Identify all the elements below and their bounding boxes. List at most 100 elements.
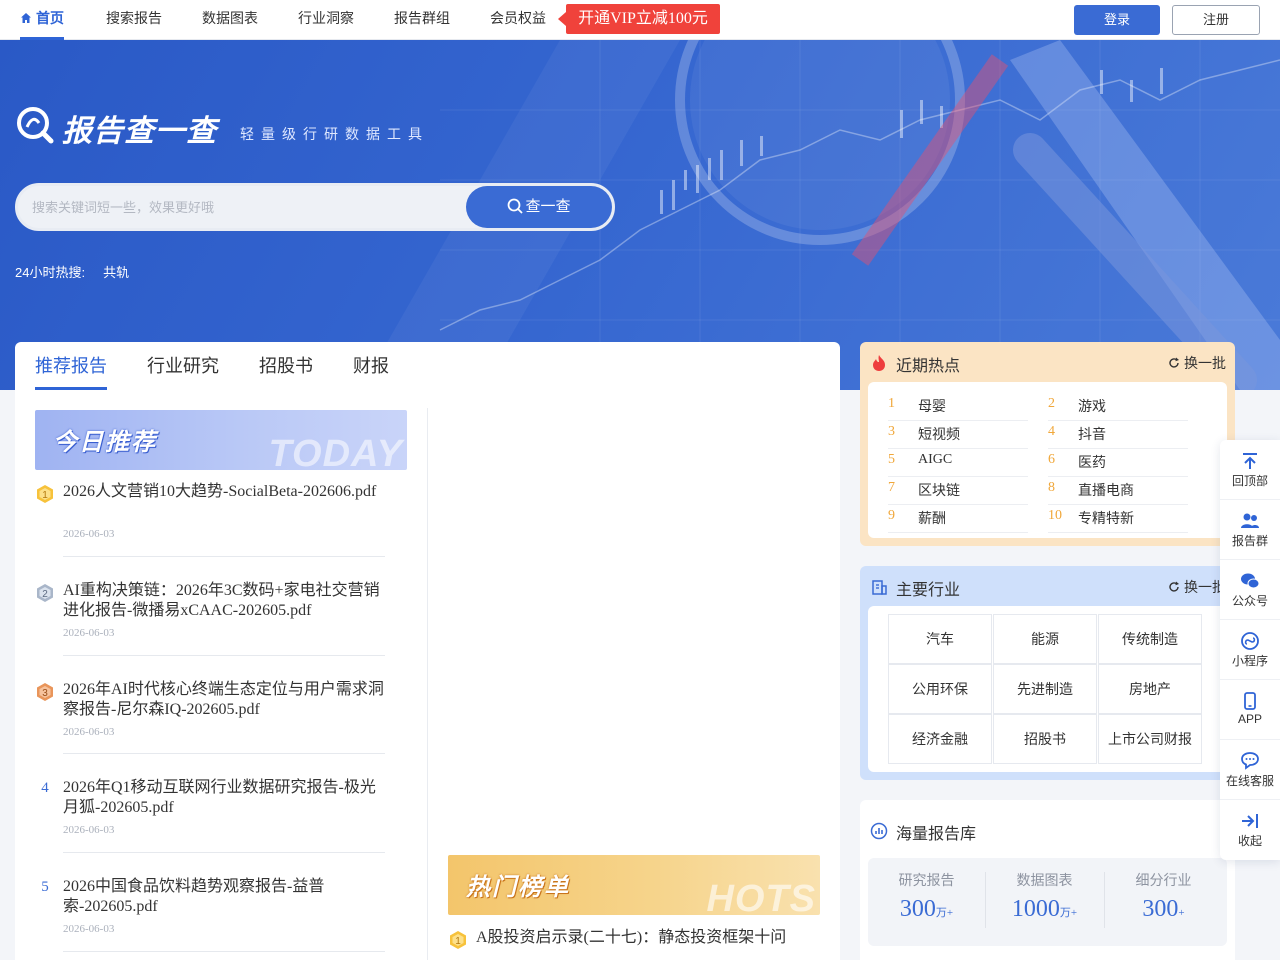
stat-value: 300 <box>899 896 936 922</box>
nav-member-benefits[interactable]: 会员权益 <box>490 0 546 40</box>
hot-topic-rank: 2 <box>1048 396 1055 411</box>
silver-medal-icon: 2 <box>37 584 53 602</box>
search-button-label: 查一查 <box>525 198 571 215</box>
mini-program-icon <box>1241 632 1259 650</box>
report-date: 2026-06-03 <box>63 923 115 935</box>
industries-refresh[interactable]: 换一批 <box>1168 577 1226 597</box>
industry-item[interactable]: 先进制造 <box>993 664 1097 714</box>
report-divider <box>63 753 385 754</box>
tab-recommended[interactable]: 推荐报告 <box>35 352 107 390</box>
hot-topic-item[interactable]: 4 抖音 <box>1048 422 1188 449</box>
online-service-button[interactable]: 在线客服 <box>1220 740 1280 800</box>
refresh-label: 换一批 <box>1184 355 1226 371</box>
hot-topic-item[interactable]: 1 母婴 <box>888 394 1028 421</box>
library-title: 海量报告库 <box>896 826 977 843</box>
report-divider <box>63 556 385 557</box>
arrow-up-icon <box>1243 453 1257 469</box>
hot-list-title: A股投资启示录(二十七)：静态投资框架十问 <box>476 929 787 946</box>
industry-item[interactable]: 能源 <box>993 614 1097 664</box>
search-icon <box>508 198 524 214</box>
stat-label: 数据图表 <box>1016 872 1073 888</box>
hot-topic-item[interactable]: 10 专精特新 <box>1048 506 1188 533</box>
stat-unit: + <box>1178 907 1185 919</box>
search-input[interactable] <box>32 186 462 228</box>
hot-topic-item[interactable]: 9 薪酬 <box>888 506 1028 533</box>
industry-item[interactable]: 招股书 <box>993 714 1097 764</box>
report-rank: 4 <box>41 780 49 796</box>
register-button[interactable]: 注册 <box>1172 5 1260 35</box>
industry-item[interactable]: 房地产 <box>1098 664 1202 714</box>
chart-circle-icon <box>870 822 888 840</box>
report-divider <box>63 951 385 952</box>
hot-topic-item[interactable]: 5 AIGC <box>888 450 1028 477</box>
industry-item[interactable]: 上市公司财报 <box>1098 714 1202 764</box>
hots-banner-en: HOTS <box>706 878 816 915</box>
recent-hot-title: 近期热点 <box>896 358 961 375</box>
search-button[interactable]: 查一查 <box>466 186 612 228</box>
mini-program-button[interactable]: 小程序 <box>1220 620 1280 680</box>
nav-data-charts[interactable]: 数据图表 <box>202 0 258 40</box>
hot-topic-item[interactable]: 8 直播电商 <box>1048 478 1188 505</box>
nav-home[interactable]: 首页 <box>20 0 64 40</box>
tab-financial-report[interactable]: 财报 <box>353 352 389 390</box>
industry-item[interactable]: 汽车 <box>888 614 992 664</box>
tool-label: 小程序 <box>1231 654 1268 668</box>
back-to-top-button[interactable]: 回顶部 <box>1220 440 1280 500</box>
hot-topic-label: 区块链 <box>918 484 960 499</box>
stat-unit: 万+ <box>1059 907 1078 919</box>
industry-item[interactable]: 经济金融 <box>888 714 992 764</box>
hot-search-label: 24小时热搜: <box>15 265 86 280</box>
login-button[interactable]: 登录 <box>1074 5 1160 35</box>
hot-topic-item[interactable]: 2 游戏 <box>1048 394 1188 421</box>
industries-grid: 汽车 能源 传统制造 公用环保 先进制造 房地产 经济金融 招股书 上市公司财报 <box>868 606 1227 772</box>
flame-icon <box>873 355 885 371</box>
phone-icon <box>1244 692 1256 710</box>
stat-sub-industries: 细分行业 300+ <box>1105 870 1222 923</box>
report-group-button[interactable]: 报告群 <box>1220 500 1280 560</box>
today-banner-title: 今日推荐 <box>53 429 157 456</box>
nav-industry-insight[interactable]: 行业洞察 <box>298 0 354 40</box>
vip-promo-button[interactable]: 开通VIP立减100元 <box>558 4 720 34</box>
tool-label: 在线客服 <box>1225 774 1274 788</box>
nav-search-report[interactable]: 搜索报告 <box>106 0 162 40</box>
hot-topic-label: 抖音 <box>1078 428 1106 443</box>
search-box: 查一查 <box>15 183 615 231</box>
wechat-official-button[interactable]: 公众号 <box>1220 560 1280 620</box>
report-rank: 1 <box>42 490 48 501</box>
report-date: 2026-06-03 <box>63 726 115 738</box>
hot-topic-label: 母婴 <box>918 400 946 415</box>
report-rank: 3 <box>42 688 48 699</box>
gold-medal-icon: 1 <box>450 931 466 949</box>
library-stats: 研究报告 300万+ 数据图表 1000万+ 细分行业 300+ <box>868 858 1227 946</box>
logo-icon <box>17 107 54 144</box>
report-date: 2026-06-03 <box>63 528 115 540</box>
column-divider <box>427 408 428 960</box>
recent-hot-panel: 近期热点 换一批 1 母婴 2 游戏 3 短视频 4 抖音 5 AIGC 6 医药 7 区块链… <box>860 342 1235 546</box>
hot-topic-item[interactable]: 3 短视频 <box>888 422 1028 449</box>
hot-topic-item[interactable]: 6 医药 <box>1048 450 1188 477</box>
hot-search-keyword[interactable]: 共轨 <box>103 265 129 280</box>
recent-hot-refresh[interactable]: 换一批 <box>1168 353 1226 373</box>
home-icon <box>21 13 31 23</box>
stat-label: 细分行业 <box>1135 872 1192 888</box>
report-title: 2026人文营销10大趋势-SocialBeta-202606.pdf <box>63 483 377 500</box>
hot-topic-label: 薪酬 <box>918 512 946 527</box>
hot-topic-item[interactable]: 7 区块链 <box>888 478 1028 505</box>
industry-item[interactable]: 公用环保 <box>888 664 992 714</box>
tab-industry-research[interactable]: 行业研究 <box>147 352 219 390</box>
hot-topic-label: AIGC <box>918 452 953 467</box>
hot-topic-label: 医药 <box>1078 456 1106 471</box>
collapse-arrow-icon <box>1242 814 1258 828</box>
users-icon <box>1241 513 1259 528</box>
tab-prospectus[interactable]: 招股书 <box>259 352 313 390</box>
collapse-button[interactable]: 收起 <box>1220 800 1280 860</box>
stat-unit: 万+ <box>935 907 954 919</box>
app-button[interactable]: APP <box>1220 680 1280 740</box>
brand-name: 报告查一查 <box>62 115 217 148</box>
hot-topic-rank: 1 <box>888 396 895 411</box>
nav-report-groups[interactable]: 报告群组 <box>394 0 450 40</box>
hot-topic-rank: 3 <box>888 424 895 439</box>
industry-item[interactable]: 传统制造 <box>1098 614 1202 664</box>
hero-banner: 报告查一查 轻量级行研数据工具 查一查 24小时热搜: 共轨 <box>0 40 1280 390</box>
stat-value: 300 <box>1142 896 1179 922</box>
